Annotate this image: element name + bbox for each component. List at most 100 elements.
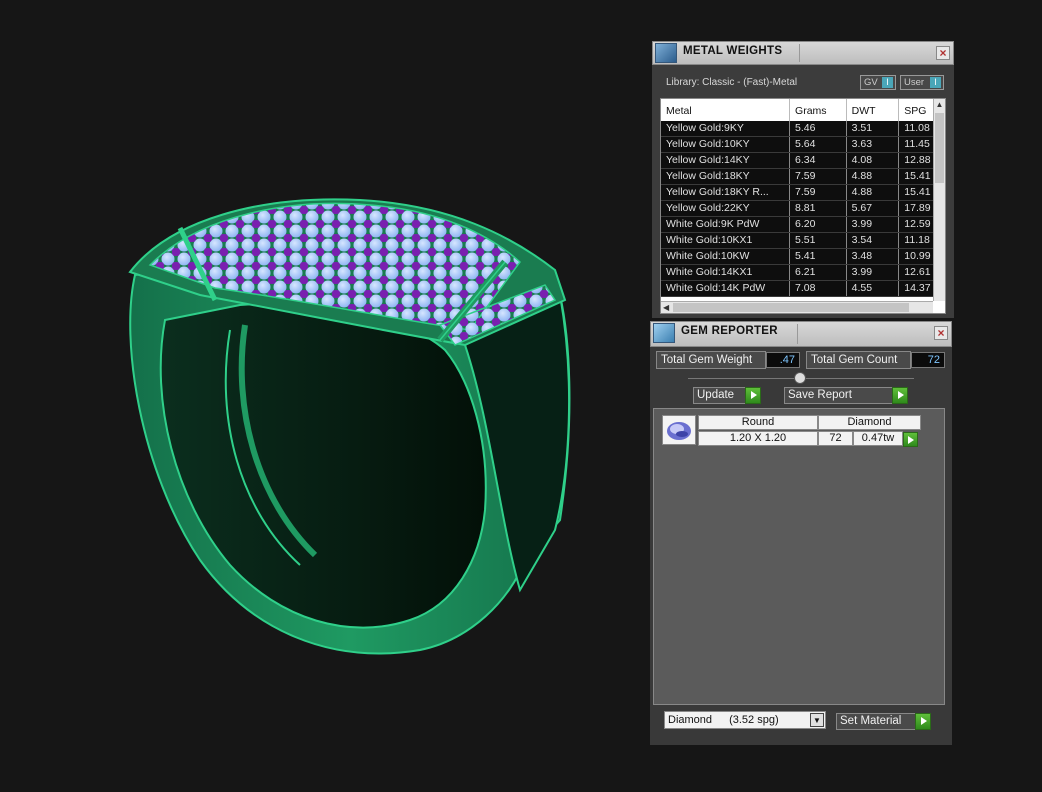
table-row[interactable]: White Gold:10KX1 5.51 3.54 11.18 — [661, 233, 945, 249]
gem-shape: Round — [698, 415, 818, 430]
dwt-cell: 3.63 — [847, 137, 900, 152]
table-row[interactable]: White Gold:10KW 5.41 3.48 10.99 — [661, 249, 945, 265]
metal-weights-titlebar[interactable]: METAL WEIGHTS × — [652, 41, 954, 65]
save-report-button[interactable]: Save Report — [784, 387, 908, 404]
horizontal-scrollbar[interactable]: ◀ — [661, 301, 933, 313]
material-spg: (3.52 spg) — [729, 714, 779, 726]
go-arrow-icon — [915, 713, 931, 730]
grams-cell: 6.21 — [790, 265, 847, 280]
table-row[interactable]: Yellow Gold:14KY 6.34 4.08 12.88 — [661, 153, 945, 169]
save-report-button-label: Save Report — [788, 389, 852, 401]
close-icon[interactable]: × — [934, 326, 948, 340]
total-gem-count-label: Total Gem Count — [806, 351, 911, 369]
metal-name-cell: Yellow Gold:18KY — [661, 169, 791, 184]
gem-list[interactable]: Round Diamond 1.20 X 1.20 72 0.47tw — [653, 408, 945, 705]
metal-name-cell: White Gold:14K PdW — [661, 281, 791, 296]
go-arrow-icon — [745, 387, 761, 404]
metal-name-cell: Yellow Gold:14KY — [661, 153, 791, 168]
gem-weight: 0.47tw — [853, 431, 903, 446]
metal-weights-title: METAL WEIGHTS — [683, 45, 783, 57]
grams-cell: 5.51 — [790, 233, 847, 248]
report-icon — [653, 323, 675, 343]
metal-weights-table[interactable]: Metal Grams DWT SPG Yellow Gold:9KY 5.46 3… — [660, 98, 946, 314]
scroll-thumb[interactable] — [673, 303, 909, 312]
dwt-cell: 3.99 — [847, 217, 900, 232]
dwt-cell: 4.55 — [847, 281, 900, 296]
table-row[interactable]: Yellow Gold:22KY 8.81 5.67 17.89 — [661, 201, 945, 217]
material-dropdown[interactable]: Diamond (3.52 spg) ▼ — [664, 711, 826, 729]
scale-icon — [655, 43, 677, 63]
gem-count: 72 — [818, 431, 853, 446]
table-header: Metal Grams DWT SPG — [661, 99, 945, 121]
column-header-dwt[interactable]: DWT — [847, 99, 900, 121]
set-material-button-label: Set Material — [840, 715, 902, 727]
total-gem-weight-value: .47 — [766, 352, 800, 368]
column-header-metal[interactable]: Metal — [661, 99, 791, 121]
grams-cell: 7.08 — [790, 281, 847, 296]
splitter-handle[interactable] — [794, 372, 806, 384]
gem-size: 1.20 X 1.20 — [698, 431, 818, 446]
title-separator — [797, 324, 798, 344]
vertical-scrollbar[interactable]: ▲ — [933, 99, 945, 301]
3d-viewport[interactable] — [0, 0, 650, 792]
metal-name-cell: White Gold:14KX1 — [661, 265, 791, 280]
dwt-cell: 4.88 — [847, 185, 900, 200]
scroll-up-icon[interactable]: ▲ — [934, 99, 945, 111]
table-row[interactable]: Yellow Gold:9KY 5.46 3.51 11.08 — [661, 121, 945, 137]
library-label: Library: Classic - (Fast)-Metal — [666, 77, 798, 88]
gem-detail-go-icon[interactable] — [903, 432, 918, 447]
metal-name-cell: Yellow Gold:10KY — [661, 137, 791, 152]
grams-cell: 6.34 — [790, 153, 847, 168]
ring-render — [128, 198, 571, 655]
metal-name-cell: White Gold:9K PdW — [661, 217, 791, 232]
gem-reporter-panel: GEM REPORTER × Total Gem Weight .47 Tota… — [650, 321, 952, 745]
table-row[interactable]: White Gold:14K PdW 7.08 4.55 14.37 — [661, 281, 945, 297]
user-toggle[interactable]: User I — [900, 75, 944, 90]
dwt-cell: 3.54 — [847, 233, 900, 248]
metal-name-cell: Yellow Gold:9KY — [661, 121, 791, 136]
material-name: Diamond — [668, 714, 713, 726]
gem-reporter-title: GEM REPORTER — [681, 325, 778, 337]
dwt-cell: 3.99 — [847, 265, 900, 280]
gem-material: Diamond — [818, 415, 921, 430]
grams-cell: 5.41 — [790, 249, 847, 264]
go-arrow-icon — [892, 387, 908, 404]
metal-name-cell: Yellow Gold:22KY — [661, 201, 791, 216]
total-gem-weight-label: Total Gem Weight — [656, 351, 766, 369]
chevron-down-icon[interactable]: ▼ — [810, 713, 824, 727]
table-row[interactable]: Yellow Gold:18KY 7.59 4.88 15.41 — [661, 169, 945, 185]
metal-weights-panel: METAL WEIGHTS × Library: Classic - (Fast… — [652, 41, 954, 318]
table-body: Yellow Gold:9KY 5.46 3.51 11.08 Yellow Gold:… — [661, 121, 945, 297]
dwt-cell: 4.08 — [847, 153, 900, 168]
toggle-knob-icon: I — [882, 77, 893, 88]
table-row[interactable]: White Gold:14KX1 6.21 3.99 12.61 — [661, 265, 945, 281]
column-header-grams[interactable]: Grams — [790, 99, 847, 121]
update-button-label: Update — [697, 389, 735, 401]
metal-name-cell: White Gold:10KW — [661, 249, 791, 264]
table-row[interactable]: White Gold:9K PdW 6.20 3.99 12.59 — [661, 217, 945, 233]
user-toggle-label: User — [904, 77, 925, 88]
close-icon[interactable]: × — [936, 46, 950, 60]
update-button[interactable]: Update — [693, 387, 761, 404]
toggle-knob-icon: I — [930, 77, 941, 88]
dwt-cell: 5.67 — [847, 201, 900, 216]
metal-name-cell: White Gold:10KX1 — [661, 233, 791, 248]
gem-reporter-titlebar[interactable]: GEM REPORTER × — [650, 321, 952, 347]
scroll-thumb[interactable] — [935, 113, 944, 183]
table-row[interactable]: Yellow Gold:10KY 5.64 3.63 11.45 — [661, 137, 945, 153]
grams-cell: 5.46 — [790, 121, 847, 136]
grams-cell: 5.64 — [790, 137, 847, 152]
table-row[interactable]: Yellow Gold:18KY R... 7.59 4.88 15.41 — [661, 185, 945, 201]
total-gem-count-value: 72 — [911, 352, 945, 368]
grams-cell: 7.59 — [790, 169, 847, 184]
scroll-left-icon[interactable]: ◀ — [663, 302, 669, 313]
dwt-cell: 4.88 — [847, 169, 900, 184]
metal-name-cell: Yellow Gold:18KY R... — [661, 185, 791, 200]
gv-toggle[interactable]: GV I — [860, 75, 896, 90]
gv-toggle-label: GV — [864, 77, 878, 88]
title-separator — [799, 44, 800, 62]
round-diamond-icon — [662, 415, 696, 445]
dwt-cell: 3.48 — [847, 249, 900, 264]
set-material-button[interactable]: Set Material — [836, 713, 931, 730]
grams-cell: 8.81 — [790, 201, 847, 216]
